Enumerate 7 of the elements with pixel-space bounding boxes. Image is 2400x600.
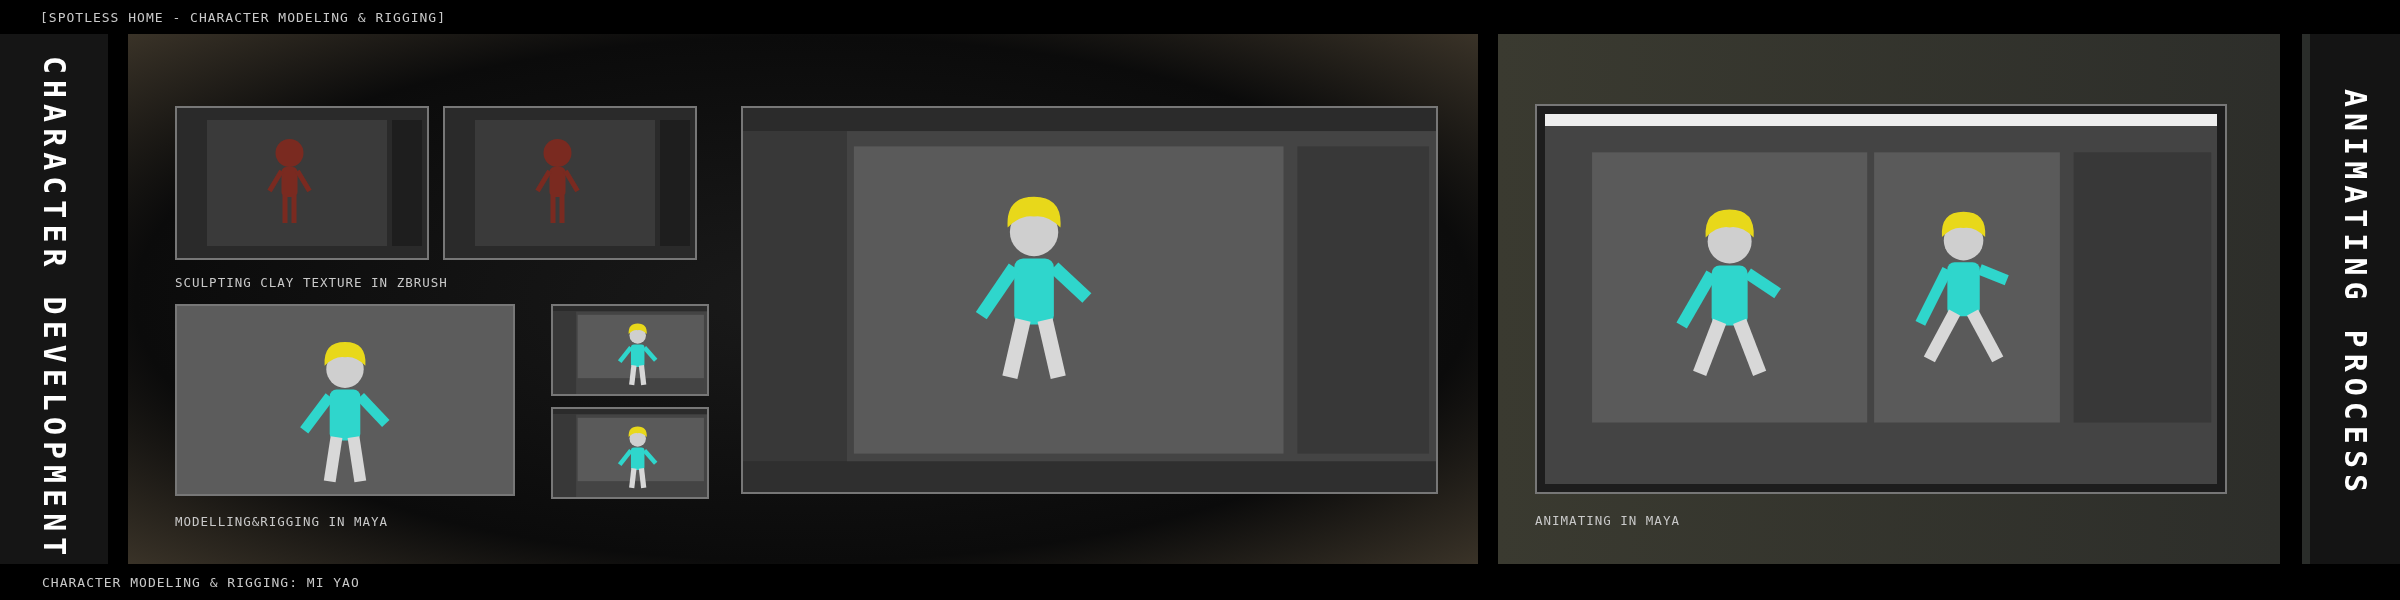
image-caption: ANIMATING IN MAYA — [1535, 513, 1681, 528]
page-title: [SPOTLESS HOME - CHARACTER MODELING & RIGGING] — [40, 9, 447, 25]
credit-text: CHARACTER MODELING & RIGGING: MI YAO — [42, 574, 360, 590]
image-caption: SCULPTING CLAY TEXTURE IN ZBRUSH — [175, 275, 449, 290]
section-heading: CHARACTER DEVELOPMENT — [36, 56, 72, 564]
image-caption: MODELLING&RIGGING IN MAYA — [175, 514, 390, 529]
section-heading: ANIMATING PROCESS — [2337, 89, 2373, 501]
